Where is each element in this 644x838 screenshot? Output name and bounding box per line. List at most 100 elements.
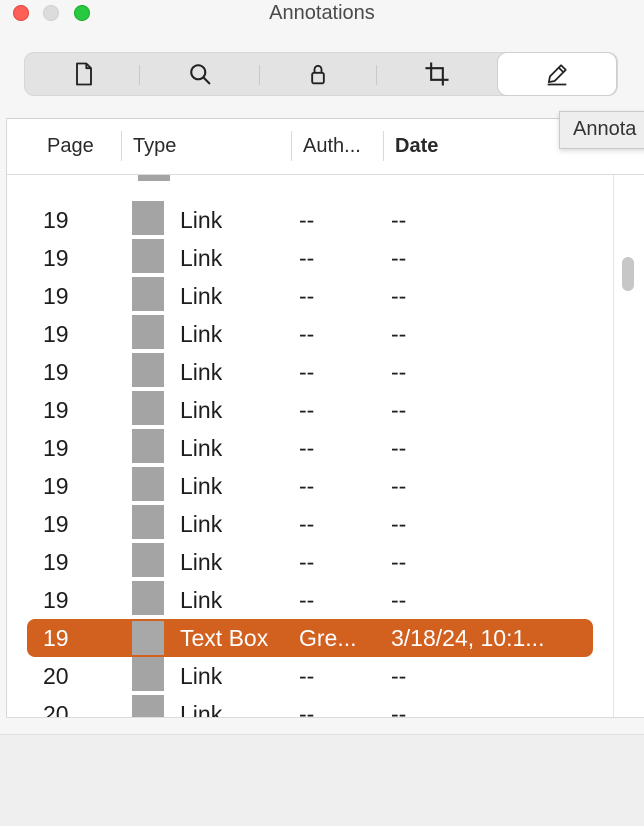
cell-author: --: [299, 701, 315, 718]
column-separator[interactable]: [291, 131, 292, 161]
table-row[interactable]: 19 Link -- --: [7, 467, 607, 505]
cell-date: --: [391, 397, 407, 423]
document-background: [0, 826, 644, 838]
cell-date: --: [391, 207, 407, 233]
cell-author: --: [299, 283, 315, 309]
lock-icon: [311, 64, 325, 85]
cell-page: 19: [43, 283, 69, 309]
cell-page: 19: [43, 397, 69, 423]
tooltip: Annota: [559, 111, 644, 149]
cell-date: 3/18/24, 10:1...: [391, 625, 545, 651]
cell-type: Link: [180, 435, 223, 461]
segment-document[interactable]: [25, 53, 143, 95]
cell-author: --: [299, 321, 315, 347]
column-separator[interactable]: [121, 131, 122, 161]
cell-type: Link: [180, 397, 223, 423]
panel-footer: [0, 734, 644, 827]
search-icon: [190, 64, 211, 85]
table-row[interactable]: 19 Link -- --: [7, 391, 607, 429]
cell-page: 19: [43, 625, 69, 651]
table-row[interactable]: 19 Link -- --: [7, 201, 607, 239]
cell-date: --: [391, 283, 407, 309]
column-separator[interactable]: [383, 131, 384, 161]
cell-date: --: [391, 359, 407, 385]
cell-author: --: [299, 207, 315, 233]
cell-date: --: [391, 549, 407, 575]
annotation-color-swatch: [132, 353, 164, 387]
cell-date: --: [391, 511, 407, 537]
cell-author: --: [299, 663, 315, 689]
segment-lock[interactable]: [259, 53, 377, 95]
title-bar: Annotations: [0, 0, 644, 28]
table-row[interactable]: 20 Link -- --: [7, 695, 607, 718]
cell-author: --: [299, 511, 315, 537]
annotation-color-swatch: [132, 429, 164, 463]
window-title: Annotations: [269, 2, 375, 24]
cell-author: Gre...: [299, 625, 357, 651]
annotation-color-swatch: [132, 467, 164, 501]
column-header-page[interactable]: Page: [47, 135, 94, 158]
cell-page: 19: [43, 549, 69, 575]
segment-divider: [139, 65, 140, 85]
column-header-author[interactable]: Auth...: [303, 135, 361, 158]
scroll-track: [613, 175, 614, 717]
cell-type: Link: [180, 245, 223, 271]
cell-type: Link: [180, 359, 223, 385]
annotation-color-swatch: [132, 201, 164, 235]
table-row-selected[interactable]: 19 Text Box Gre... 3/18/24, 10:1...: [27, 619, 593, 657]
cell-date: --: [391, 473, 407, 499]
annotation-color-swatch: [132, 391, 164, 425]
cell-date: --: [391, 435, 407, 461]
pencil-icon: [547, 64, 567, 86]
cell-type: Link: [180, 473, 223, 499]
cell-author: --: [299, 397, 315, 423]
scrollbar-thumb[interactable]: [622, 257, 634, 291]
cell-page: 20: [43, 701, 69, 718]
document-icon: [76, 62, 92, 86]
cell-type: Link: [180, 283, 223, 309]
annotation-color-swatch: [132, 621, 164, 655]
cell-page: 19: [43, 511, 69, 537]
cell-page: 19: [43, 359, 69, 385]
cell-page: 19: [43, 207, 69, 233]
table-row[interactable]: 20 Link -- --: [7, 657, 607, 695]
cell-page: 20: [43, 663, 69, 689]
annotations-window: Annotations Page Type Auth... Date 19 Li…: [0, 0, 644, 838]
table-row[interactable]: 19 Link -- --: [7, 505, 607, 543]
cell-date: --: [391, 321, 407, 347]
segment-crop[interactable]: [378, 53, 496, 95]
cell-date: --: [391, 701, 407, 718]
cell-type: Link: [180, 701, 223, 718]
table-row[interactable]: 19 Link -- --: [7, 429, 607, 467]
cell-type: Link: [180, 587, 223, 613]
crop-icon: [425, 62, 449, 86]
table-bottom-border: [6, 717, 644, 718]
column-header-date[interactable]: Date: [395, 135, 438, 158]
cell-date: --: [391, 663, 407, 689]
annotation-color-swatch: [138, 175, 170, 181]
annotation-color-swatch: [132, 315, 164, 349]
annotation-color-swatch: [132, 239, 164, 273]
table-row[interactable]: 19 Link -- --: [7, 239, 607, 277]
table-row[interactable]: 19 Link -- --: [7, 277, 607, 315]
cell-type: Link: [180, 321, 223, 347]
segment-divider: [376, 65, 377, 85]
cell-page: 19: [43, 321, 69, 347]
table-row[interactable]: 19 Link -- --: [7, 315, 607, 353]
segment-markup[interactable]: [498, 53, 616, 95]
cell-author: --: [299, 549, 315, 575]
annotations-table: Page Type Auth... Date 19 Link -- -- 19 Link -…: [6, 118, 644, 718]
cell-date: --: [391, 245, 407, 271]
table-row[interactable]: 19 Link -- --: [7, 581, 607, 619]
table-row[interactable]: 19 Link -- --: [7, 353, 607, 391]
table-row[interactable]: 19 Link -- --: [7, 543, 607, 581]
cell-author: --: [299, 245, 315, 271]
cell-author: --: [299, 359, 315, 385]
annotation-color-swatch: [132, 277, 164, 311]
segment-search[interactable]: [141, 53, 259, 95]
cell-page: 19: [43, 473, 69, 499]
annotation-color-swatch: [132, 657, 164, 691]
cell-author: --: [299, 587, 315, 613]
column-header-type[interactable]: Type: [133, 135, 176, 158]
cell-author: --: [299, 473, 315, 499]
